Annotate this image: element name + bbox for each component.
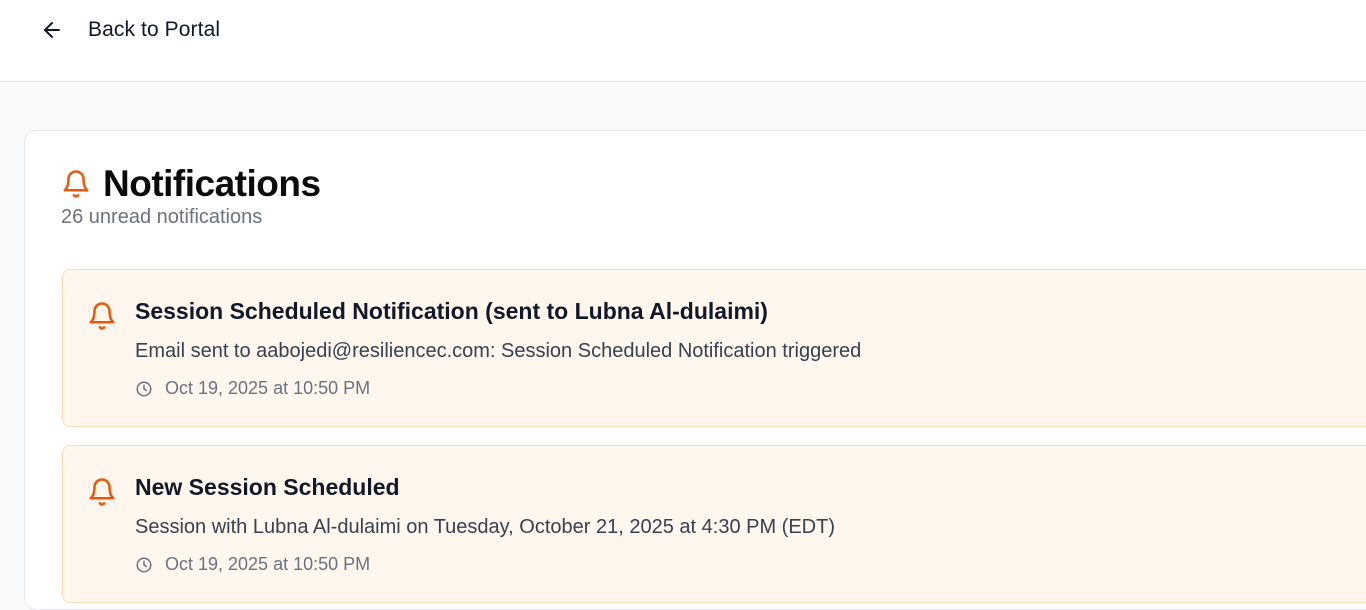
notification-title: Session Scheduled Notification (sent to … [135,298,768,324]
back-link-label: Back to Portal [88,18,221,41]
clock-icon [135,556,153,574]
notification-body: Session with Lubna Al-dulaimi on Tuesday… [135,516,835,538]
clock-icon [135,380,153,398]
page-header: Notifications [61,163,321,205]
notifications-card: Notifications 26 unread notifications Se… [24,130,1366,610]
unread-count: 26 unread notifications [61,206,263,228]
page-title: Notifications [103,163,321,204]
notification-time-text: Oct 19, 2025 at 10:50 PM [165,378,371,398]
arrow-left-icon [40,18,64,42]
bell-icon [87,476,117,508]
notification-time-text: Oct 19, 2025 at 10:50 PM [165,554,371,574]
notification-item[interactable]: New Session Scheduled Session with Lubna… [62,445,1366,603]
notification-timestamp: Oct 19, 2025 at 10:50 PM [135,378,370,399]
notification-item[interactable]: Session Scheduled Notification (sent to … [62,269,1366,427]
back-to-portal-link[interactable]: Back to Portal [40,14,220,46]
notification-title: New Session Scheduled [135,474,400,500]
bell-icon [87,300,117,332]
bell-icon [61,169,91,199]
notification-body: Email sent to aabojedi@resiliencec.com: … [135,340,862,362]
notification-timestamp: Oct 19, 2025 at 10:50 PM [135,554,370,575]
top-bar: Back to Portal [0,0,1366,82]
